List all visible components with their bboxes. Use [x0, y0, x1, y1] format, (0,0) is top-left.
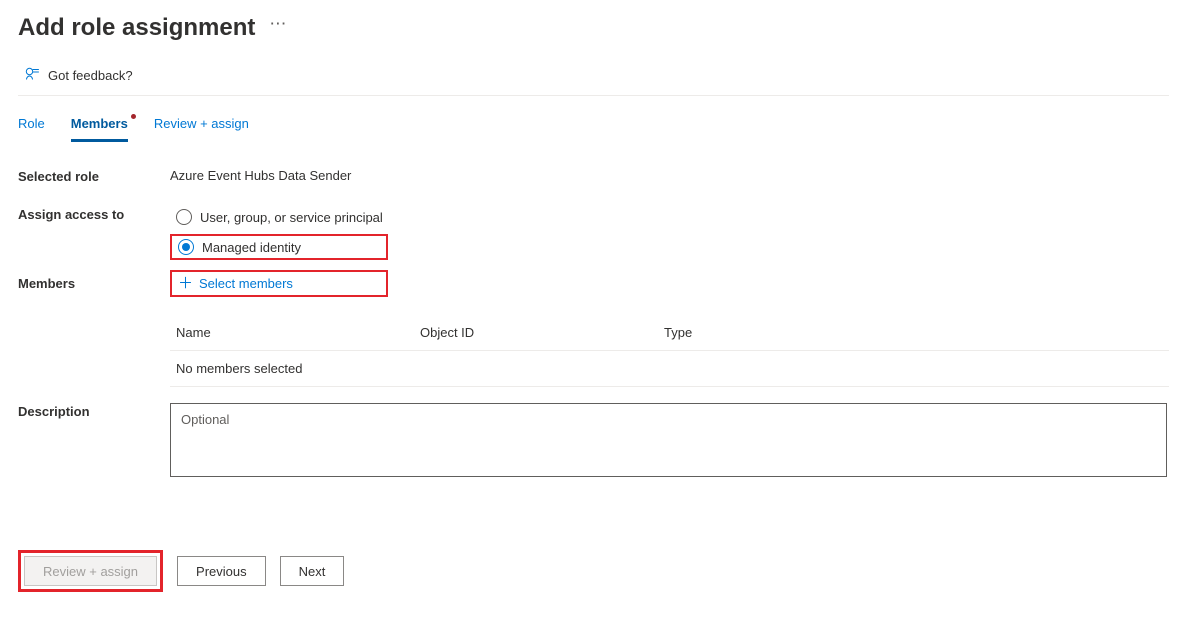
title-row: Add role assignment ⋯: [18, 14, 1169, 42]
radio-unchecked-icon: [176, 209, 192, 225]
description-label: Description: [18, 403, 170, 419]
select-members-button[interactable]: ＋ Select members: [172, 272, 386, 295]
radio-managed-label: Managed identity: [202, 240, 301, 255]
members-label: Members: [18, 270, 170, 291]
tab-role[interactable]: Role: [18, 116, 45, 142]
plus-icon: ＋: [178, 276, 193, 291]
previous-button[interactable]: Previous: [177, 556, 266, 586]
row-members: Members ＋ Select members: [18, 270, 1169, 297]
selected-role-value: Azure Event Hubs Data Sender: [170, 168, 1169, 183]
feedback-icon: [24, 66, 40, 85]
radio-user-label: User, group, or service principal: [200, 210, 383, 225]
radio-checked-icon: [178, 239, 194, 255]
selected-role-label: Selected role: [18, 168, 170, 184]
assign-access-label: Assign access to: [18, 206, 170, 222]
tab-members-label: Members: [71, 116, 128, 131]
tab-review-assign[interactable]: Review + assign: [154, 116, 249, 142]
members-empty-text: No members selected: [176, 361, 420, 376]
radio-user-group-principal[interactable]: User, group, or service principal: [170, 206, 1169, 228]
next-button[interactable]: Next: [280, 556, 345, 586]
page-title: Add role assignment: [18, 14, 255, 42]
tab-members[interactable]: Members: [71, 116, 128, 142]
footer: Review + assign Previous Next: [0, 536, 1187, 610]
members-col-name: Name: [176, 325, 420, 340]
row-selected-role: Selected role Azure Event Hubs Data Send…: [18, 168, 1169, 184]
review-assign-highlight: Review + assign: [18, 550, 163, 592]
members-col-type: Type: [664, 325, 1163, 340]
review-assign-button[interactable]: Review + assign: [24, 556, 157, 586]
tabs: Role Members Review + assign: [18, 96, 1169, 142]
select-members-label: Select members: [199, 276, 293, 291]
more-icon[interactable]: ⋯: [269, 15, 286, 32]
feedback-link[interactable]: Got feedback?: [18, 66, 1169, 95]
row-assign-access: Assign access to User, group, or service…: [18, 206, 1169, 260]
members-table: Name Object ID Type No members selected: [170, 315, 1169, 387]
tab-indicator-dot-icon: [131, 114, 136, 119]
description-input[interactable]: [170, 403, 1167, 477]
radio-managed-identity[interactable]: Managed identity: [172, 236, 386, 258]
feedback-label: Got feedback?: [48, 68, 133, 83]
members-col-id: Object ID: [420, 325, 664, 340]
